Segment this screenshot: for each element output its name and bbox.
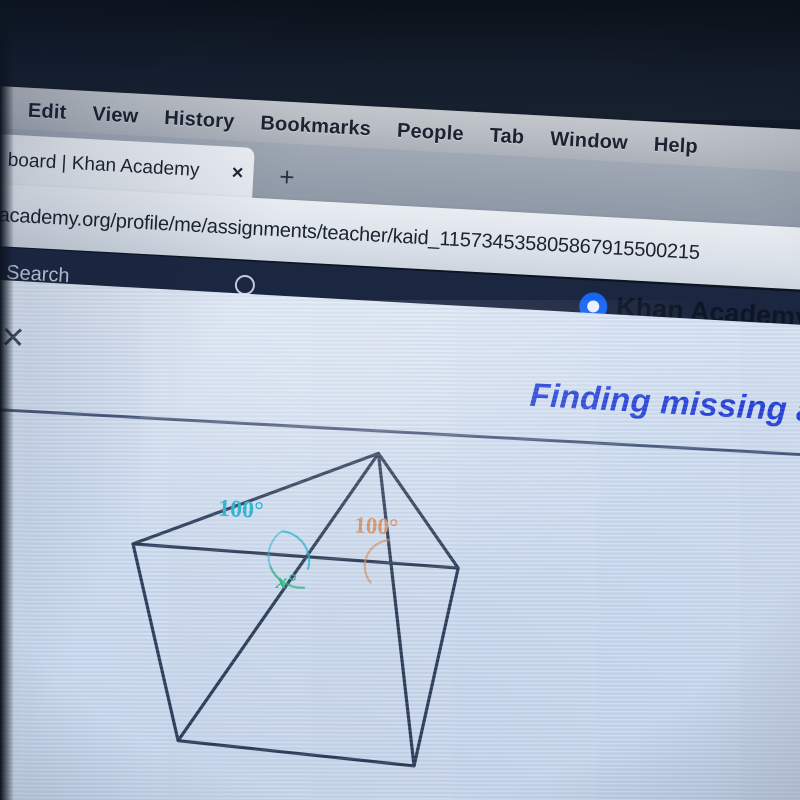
pentagon-outline [131, 451, 460, 768]
menu-item-window[interactable]: Window [550, 127, 629, 154]
close-icon[interactable]: ✕ [0, 320, 26, 356]
geometry-figure: 100° 100° x° [102, 417, 687, 800]
tab-title: board | Khan Academy [7, 149, 200, 181]
arc-100-left-icon [281, 530, 311, 570]
menu-item-view[interactable]: View [92, 103, 139, 128]
menu-item-edit[interactable]: Edit [27, 99, 67, 124]
close-icon[interactable]: × [231, 161, 244, 185]
photographed-screen: Edit View History Bookmarks People Tab W… [0, 0, 800, 800]
menu-item-bookmarks[interactable]: Bookmarks [260, 112, 372, 141]
menu-item-people[interactable]: People [396, 119, 464, 146]
chord-top [132, 542, 459, 570]
angle-label-x: x° [275, 567, 297, 595]
pentagon-svg [131, 451, 460, 768]
angle-label-100-left: 100° [217, 495, 265, 525]
menu-item-tab[interactable]: Tab [489, 124, 525, 149]
menu-item-help[interactable]: Help [653, 133, 698, 158]
menu-item-history[interactable]: History [164, 107, 235, 134]
diagonal-right [376, 453, 416, 767]
new-tab-button[interactable]: + [278, 161, 296, 193]
angle-label-100-right: 100° [353, 512, 399, 540]
exercise-page: ✕ Finding missing an 100° 100° x° [0, 276, 800, 800]
arc-100-left-outer-icon [267, 530, 283, 566]
page-title: Finding missing an [528, 375, 800, 430]
